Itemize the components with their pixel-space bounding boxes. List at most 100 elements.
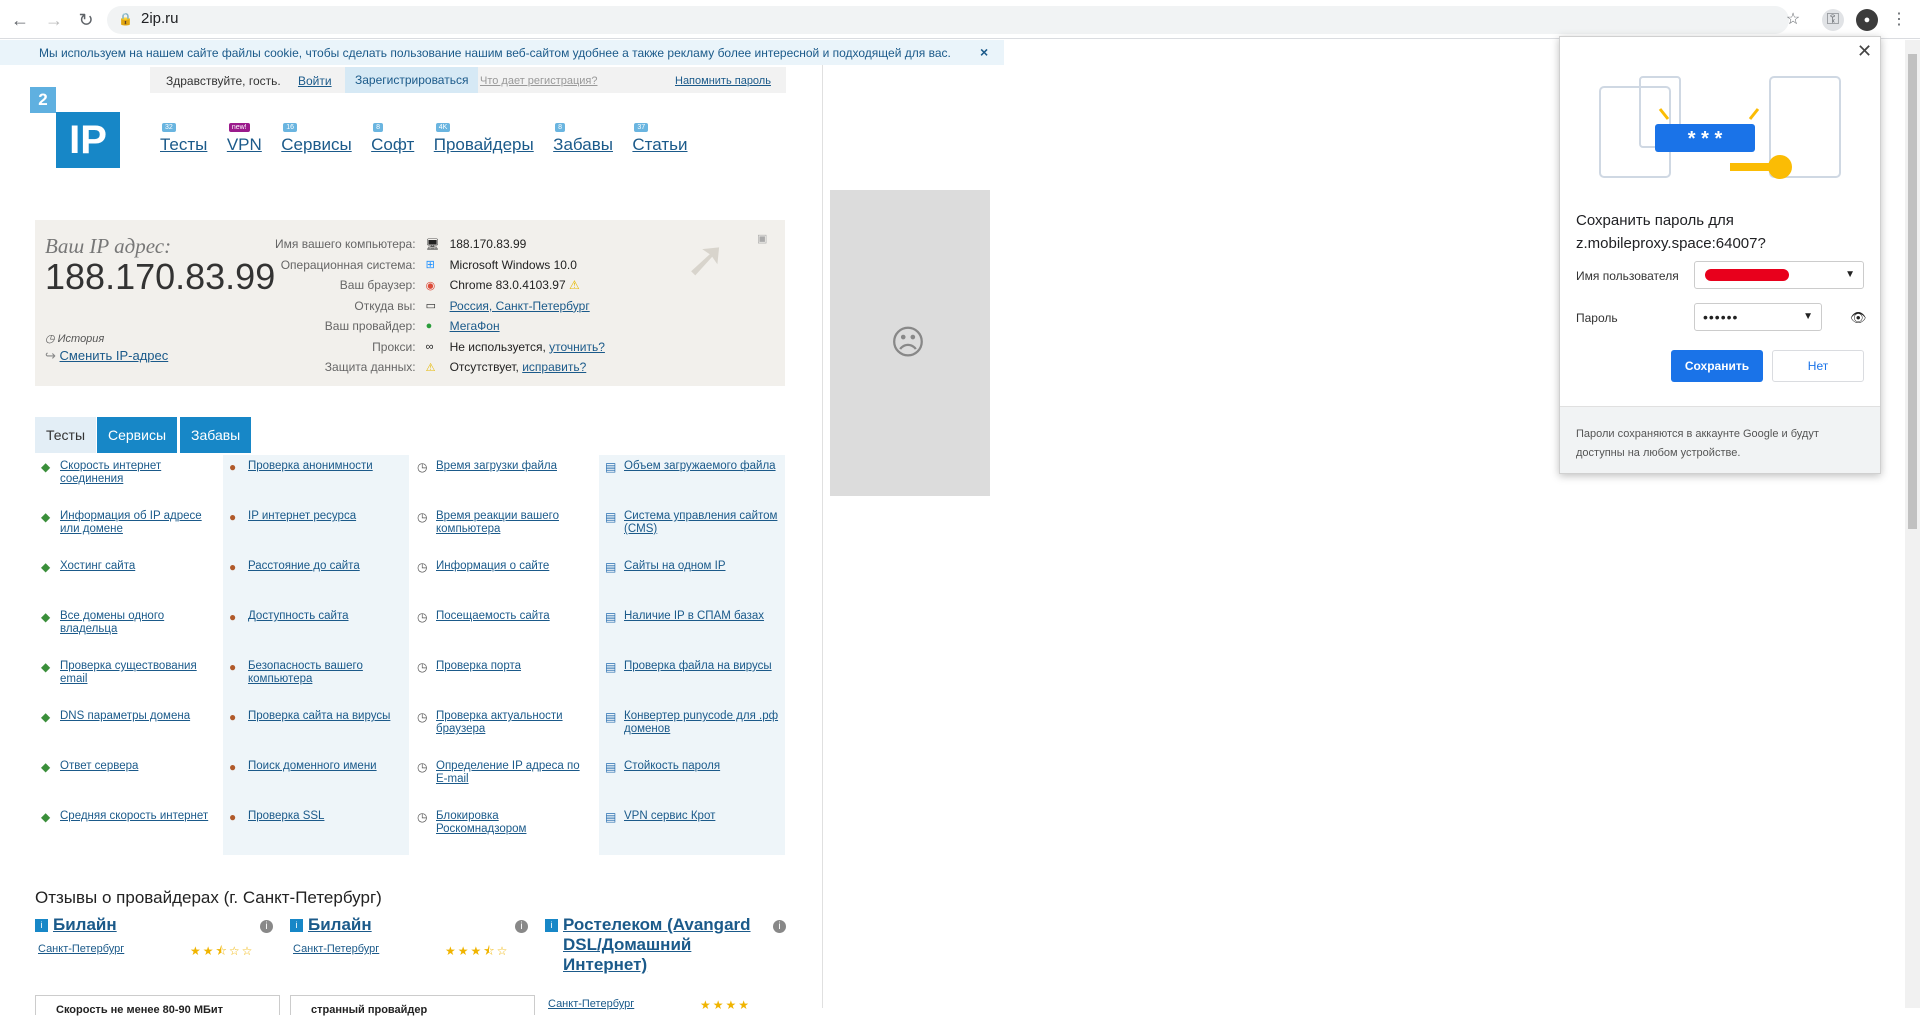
test-link[interactable]: Проверка сайта на вирусы bbox=[248, 710, 403, 723]
review-city[interactable]: Санкт-Петербург bbox=[38, 943, 124, 955]
test-link[interactable]: Время реакции вашего компьютера bbox=[436, 510, 591, 536]
review-provider-name[interactable]: Билайн bbox=[53, 915, 253, 935]
test-item[interactable]: ▤ VPN сервис Крот bbox=[599, 805, 785, 855]
test-item[interactable]: ● Проверка сайта на вирусы bbox=[223, 705, 409, 755]
test-link[interactable]: Стойкость пароля bbox=[624, 760, 779, 773]
test-item[interactable]: ◷ Блокировка Роскомнадзором bbox=[411, 805, 597, 855]
test-item[interactable]: ◷ Время реакции вашего компьютера bbox=[411, 505, 597, 555]
test-link[interactable]: DNS параметры домена bbox=[60, 710, 215, 723]
review-provider-name[interactable]: Билайн bbox=[308, 915, 508, 935]
avatar[interactable]: ● bbox=[1856, 9, 1878, 31]
test-item[interactable]: ◷ Проверка актуальности браузера bbox=[411, 705, 597, 755]
no-button[interactable]: Нет bbox=[1772, 350, 1864, 382]
history-link[interactable]: ◷ История bbox=[45, 332, 104, 345]
expand-icon[interactable]: ▣ bbox=[757, 232, 767, 245]
test-item[interactable]: ◆ Проверка существования email bbox=[35, 655, 221, 705]
chevron-down-icon[interactable]: ▼ bbox=[1803, 311, 1813, 322]
username-field[interactable]: ▼ bbox=[1694, 261, 1864, 289]
scrollbar-thumb[interactable] bbox=[1908, 54, 1917, 529]
test-item[interactable]: ▤ Конвертер punycode для .рф доменов bbox=[599, 705, 785, 755]
test-item[interactable]: ◷ Время загрузки файла bbox=[411, 455, 597, 505]
test-link[interactable]: Ответ сервера bbox=[60, 760, 215, 773]
menu-icon[interactable]: ⋮ bbox=[1888, 9, 1910, 31]
nav-link[interactable]: Тесты bbox=[160, 135, 207, 154]
test-item[interactable]: ◷ Информация о сайте bbox=[411, 555, 597, 605]
scrollbar[interactable] bbox=[1905, 40, 1920, 1008]
password-field[interactable]: •••••• ▼ bbox=[1694, 303, 1822, 331]
test-link[interactable]: Проверка существования email bbox=[60, 660, 215, 686]
test-link[interactable]: Хостинг сайта bbox=[60, 560, 215, 573]
test-link[interactable]: Определение IP адреса по E-mail bbox=[436, 760, 591, 786]
remind-password-link[interactable]: Напомнить пароль bbox=[675, 75, 771, 87]
test-link[interactable]: Время загрузки файла bbox=[436, 460, 591, 473]
site-logo[interactable]: 2 IP bbox=[30, 87, 122, 177]
test-link[interactable]: VPN сервис Крот bbox=[624, 810, 779, 823]
key-icon[interactable]: ⚿ bbox=[1822, 9, 1844, 31]
test-link[interactable]: Расстояние до сайта bbox=[248, 560, 403, 573]
reload-icon[interactable]: ↻ bbox=[76, 10, 96, 30]
test-item[interactable]: ◷ Посещаемость сайта bbox=[411, 605, 597, 655]
test-link[interactable]: Безопасность вашего компьютера bbox=[248, 660, 403, 686]
nav-link[interactable]: Софт bbox=[371, 135, 414, 154]
change-ip-link[interactable]: ↪ Сменить IP-адрес bbox=[45, 348, 168, 364]
forward-icon[interactable]: → bbox=[44, 10, 64, 30]
detail-link[interactable]: МегаФон bbox=[450, 319, 500, 333]
register-button[interactable]: Зарегистрироваться bbox=[345, 67, 479, 93]
test-item[interactable]: ▤ Система управления сайтом (CMS) bbox=[599, 505, 785, 555]
test-item[interactable]: ◆ Хостинг сайта bbox=[35, 555, 221, 605]
nav-soft[interactable]: 8 Софт bbox=[371, 123, 414, 155]
why-register-link[interactable]: Что дает регистрация? bbox=[480, 75, 598, 87]
test-item[interactable]: ◆ Средняя скорость интернет bbox=[35, 805, 221, 855]
test-link[interactable]: Скорость интернет соединения bbox=[60, 460, 215, 486]
test-item[interactable]: ▤ Стойкость пароля bbox=[599, 755, 785, 805]
test-link[interactable]: Блокировка Роскомнадзором bbox=[436, 810, 591, 836]
login-link[interactable]: Войти bbox=[298, 74, 332, 88]
test-item[interactable]: ● Расстояние до сайта bbox=[223, 555, 409, 605]
nav-link[interactable]: Сервисы bbox=[281, 135, 351, 154]
test-item[interactable]: ▤ Сайты на одном IP bbox=[599, 555, 785, 605]
test-link[interactable]: Система управления сайтом (CMS) bbox=[624, 510, 779, 536]
test-item[interactable]: ▤ Наличие IP в СПАМ базах bbox=[599, 605, 785, 655]
change-ip-text[interactable]: Сменить IP-адрес bbox=[60, 348, 169, 363]
test-item[interactable]: ◆ Все домены одного владельца bbox=[35, 605, 221, 655]
nav-tests[interactable]: 32 Тесты bbox=[160, 123, 207, 155]
test-item[interactable]: ◆ Скорость интернет соединения bbox=[35, 455, 221, 505]
url-text[interactable]: 2ip.ru bbox=[141, 10, 179, 27]
chevron-down-icon[interactable]: ▼ bbox=[1845, 269, 1855, 280]
test-item[interactable]: ● Поиск доменного имени bbox=[223, 755, 409, 805]
review-city[interactable]: Санкт-Петербург bbox=[293, 943, 379, 955]
address-bar[interactable] bbox=[107, 6, 1789, 34]
nav-link[interactable]: Забавы bbox=[553, 135, 613, 154]
tab-games[interactable]: Забавы bbox=[180, 417, 252, 453]
test-item[interactable]: ◷ Определение IP адреса по E-mail bbox=[411, 755, 597, 805]
nav-link[interactable]: Провайдеры bbox=[434, 135, 534, 154]
test-link[interactable]: Средняя скорость интернет bbox=[60, 810, 215, 823]
test-item[interactable]: ● Безопасность вашего компьютера bbox=[223, 655, 409, 705]
info-icon[interactable]: i bbox=[515, 920, 528, 933]
test-link[interactable]: Конвертер punycode для .рф доменов bbox=[624, 710, 779, 736]
test-link[interactable]: Посещаемость сайта bbox=[436, 610, 591, 623]
test-link[interactable]: Доступность сайта bbox=[248, 610, 403, 623]
save-button[interactable]: Сохранить bbox=[1671, 350, 1763, 382]
test-item[interactable]: ● Проверка анонимности bbox=[223, 455, 409, 505]
bookmark-star-icon[interactable]: ☆ bbox=[1782, 9, 1804, 31]
test-item[interactable]: ● IP интернет ресурса bbox=[223, 505, 409, 555]
review-provider-name[interactable]: Ростелеком (Avangard DSL/Домашний Интерн… bbox=[563, 915, 763, 975]
test-link[interactable]: Информация о сайте bbox=[436, 560, 591, 573]
nav-articles[interactable]: 37 Статьи bbox=[632, 123, 688, 155]
test-link[interactable]: Проверка SSL bbox=[248, 810, 403, 823]
back-icon[interactable]: ← bbox=[10, 10, 30, 30]
test-link[interactable]: Информация об IP адресе или домене bbox=[60, 510, 215, 536]
test-link[interactable]: Проверка порта bbox=[436, 660, 591, 673]
nav-link[interactable]: VPN bbox=[227, 135, 262, 154]
test-link[interactable]: Объем загружаемого файла bbox=[624, 460, 779, 473]
nav-games[interactable]: 8 Забавы bbox=[553, 123, 613, 155]
eye-icon[interactable]: 👁 bbox=[1850, 310, 1867, 326]
nav-link[interactable]: Статьи bbox=[632, 135, 687, 154]
review-city[interactable]: Санкт-Петербург bbox=[548, 998, 634, 1010]
close-icon[interactable]: × bbox=[980, 44, 988, 60]
lock-icon[interactable]: 🔒 bbox=[118, 12, 133, 26]
test-link[interactable]: Поиск доменного имени bbox=[248, 760, 403, 773]
test-item[interactable]: ◆ Информация об IP адресе или домене bbox=[35, 505, 221, 555]
test-item[interactable]: ◆ DNS параметры домена bbox=[35, 705, 221, 755]
